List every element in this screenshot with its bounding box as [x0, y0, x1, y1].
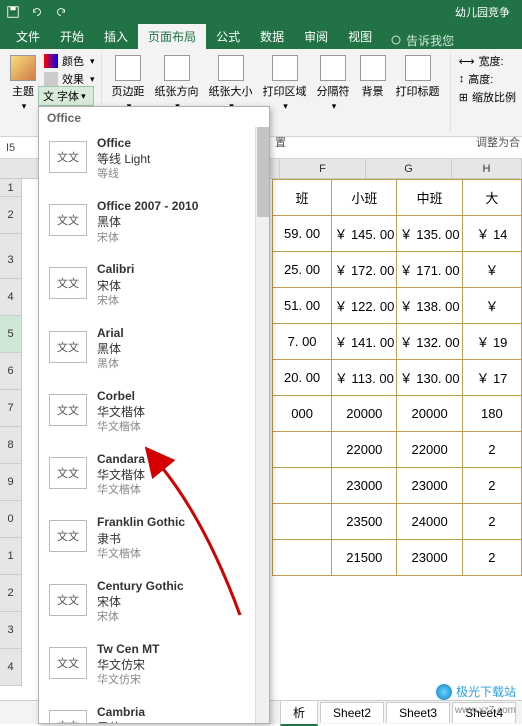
tab-file[interactable]: 文件 — [6, 24, 50, 49]
chevron-down-icon: ▾ — [22, 101, 27, 112]
tab-insert[interactable]: 插入 — [94, 24, 138, 49]
th-3[interactable]: 大 — [462, 180, 521, 216]
sheet-tab-active[interactable]: 析 — [280, 700, 318, 726]
dropdown-header: Office — [39, 107, 269, 129]
row-1[interactable]: 1 — [0, 179, 22, 197]
sheet-tab-3[interactable]: Sheet3 — [386, 702, 450, 723]
font-item-candara[interactable]: 文文Candara华文楷体华文楷体 — [39, 445, 269, 508]
print-titles-button[interactable]: 打印标题 — [392, 53, 444, 132]
font-thumb: 文文 — [49, 141, 87, 173]
th-1[interactable]: 小班 — [332, 180, 397, 216]
watermark-url: www.xz7.com — [455, 705, 516, 716]
tab-home[interactable]: 开始 — [50, 24, 94, 49]
watermark-text: 极光下载站 — [456, 683, 516, 700]
row-5[interactable]: 5 — [0, 316, 22, 353]
font-item-franklin[interactable]: 文文Franklin Gothic隶书华文楷体 — [39, 508, 269, 571]
table-row: 25. 00￥ 172. 00￥ 171. 00￥ — [273, 252, 522, 288]
ribbon-tabs: 文件 开始 插入 页面布局 公式 数据 审阅 视图 告诉我您 — [0, 23, 522, 49]
table-row: 7. 00￥ 141. 00￥ 132. 00￥ 19 — [273, 324, 522, 360]
th-2[interactable]: 中班 — [397, 180, 462, 216]
font-item-cambria[interactable]: 文文Cambria黑体 — [39, 698, 269, 723]
chevron-down-icon: ▾ — [81, 91, 86, 102]
adjust-label: 调整为合 — [476, 134, 520, 150]
row-12[interactable]: 2 — [0, 575, 22, 612]
background-button[interactable]: 背景 — [356, 53, 390, 132]
col-F[interactable]: F — [280, 159, 366, 178]
data-table: 班 小班 中班 大 59. 00￥ 145. 00￥ 135. 00￥ 14 2… — [272, 179, 522, 576]
scrollbar-thumb[interactable] — [257, 127, 269, 217]
tab-page-layout[interactable]: 页面布局 — [138, 24, 206, 49]
font-item-office-2007[interactable]: 文文Office 2007 - 2010黑体宋体 — [39, 192, 269, 255]
watermark: 极光下载站 — [436, 683, 516, 700]
row-9[interactable]: 9 — [0, 464, 22, 501]
table-row: 21500230002 — [273, 540, 522, 576]
row-11[interactable]: 1 — [0, 538, 22, 575]
aux-label: 置 — [275, 134, 286, 150]
tab-view[interactable]: 视图 — [338, 24, 382, 49]
row-6[interactable]: 6 — [0, 353, 22, 390]
row-10[interactable]: 0 — [0, 501, 22, 538]
row-14[interactable]: 4 — [0, 649, 22, 686]
undo-icon[interactable] — [30, 5, 44, 19]
font-list: 文文Office等线 Light等线 文文Office 2007 - 2010黑… — [39, 129, 269, 723]
col-G[interactable]: G — [366, 159, 452, 178]
th-0[interactable]: 班 — [273, 180, 332, 216]
themes-button[interactable]: 主题 ▾ — [6, 53, 40, 114]
tab-data[interactable]: 数据 — [250, 24, 294, 49]
tab-review[interactable]: 审阅 — [294, 24, 338, 49]
window-title: 幼儿园竞争 — [455, 4, 510, 20]
font-item-corbel[interactable]: 文文Corbel华文楷体华文楷体 — [39, 382, 269, 445]
table-row: 0002000020000180 — [273, 396, 522, 432]
redo-icon[interactable] — [54, 5, 68, 19]
row-headers: 1 2 3 4 5 6 7 8 9 0 1 2 3 4 — [0, 179, 22, 686]
table-header-row: 班 小班 中班 大 — [273, 180, 522, 216]
font-item-calibri[interactable]: 文文Calibri宋体宋体 — [39, 255, 269, 318]
table-row: 23000230002 — [273, 468, 522, 504]
row-13[interactable]: 3 — [0, 612, 22, 649]
row-7[interactable]: 7 — [0, 390, 22, 427]
breaks-button[interactable]: 分隔符▾ — [313, 53, 354, 132]
row-4[interactable]: 4 — [0, 279, 22, 316]
dropdown-scrollbar[interactable] — [255, 127, 269, 723]
table-row: 20. 00￥ 113. 00￥ 130. 00￥ 17 — [273, 360, 522, 396]
height-row[interactable]: ↕高度: — [459, 71, 516, 87]
col-H[interactable]: H — [452, 159, 522, 178]
table-row: 22000220002 — [273, 432, 522, 468]
quick-access-toolbar — [6, 5, 68, 19]
row-8[interactable]: 8 — [0, 427, 22, 464]
font-item-office[interactable]: 文文Office等线 Light等线 — [39, 129, 269, 192]
row-3[interactable]: 3 — [0, 242, 22, 279]
width-row[interactable]: ⟷宽度: — [459, 53, 516, 69]
font-item-twcen[interactable]: 文文Tw Cen MT华文仿宋华文仿宋 — [39, 635, 269, 698]
sheet-tab-2[interactable]: Sheet2 — [320, 702, 384, 723]
watermark-logo-icon — [436, 684, 452, 700]
row-2[interactable]: 2 — [0, 197, 22, 234]
effects-button[interactable]: 效果▾ — [44, 71, 95, 87]
tell-me[interactable]: 告诉我您 — [390, 32, 454, 49]
table-row: 59. 00￥ 145. 00￥ 135. 00￥ 14 — [273, 216, 522, 252]
table-row: 51. 00￥ 122. 00￥ 138. 00￥ — [273, 288, 522, 324]
font-item-arial[interactable]: 文文Arial黑体黑体 — [39, 319, 269, 382]
bulb-icon — [390, 35, 402, 47]
colors-button[interactable]: 颜色▾ — [44, 53, 95, 69]
table-row: 23500240002 — [273, 504, 522, 540]
tab-formulas[interactable]: 公式 — [206, 24, 250, 49]
scale-group: ⟷宽度: ↕高度: ⊞缩放比例 — [453, 49, 522, 136]
save-icon[interactable] — [6, 5, 20, 19]
font-theme-dropdown[interactable]: Office 文文Office等线 Light等线 文文Office 2007 … — [38, 106, 270, 724]
font-item-century[interactable]: 文文Century Gothic宋体宋体 — [39, 572, 269, 635]
scale-row[interactable]: ⊞缩放比例 — [459, 89, 516, 105]
titlebar: 幼儿园竞争 — [0, 0, 522, 23]
fonts-dropdown-button[interactable]: 文 字体▾ — [38, 86, 94, 106]
